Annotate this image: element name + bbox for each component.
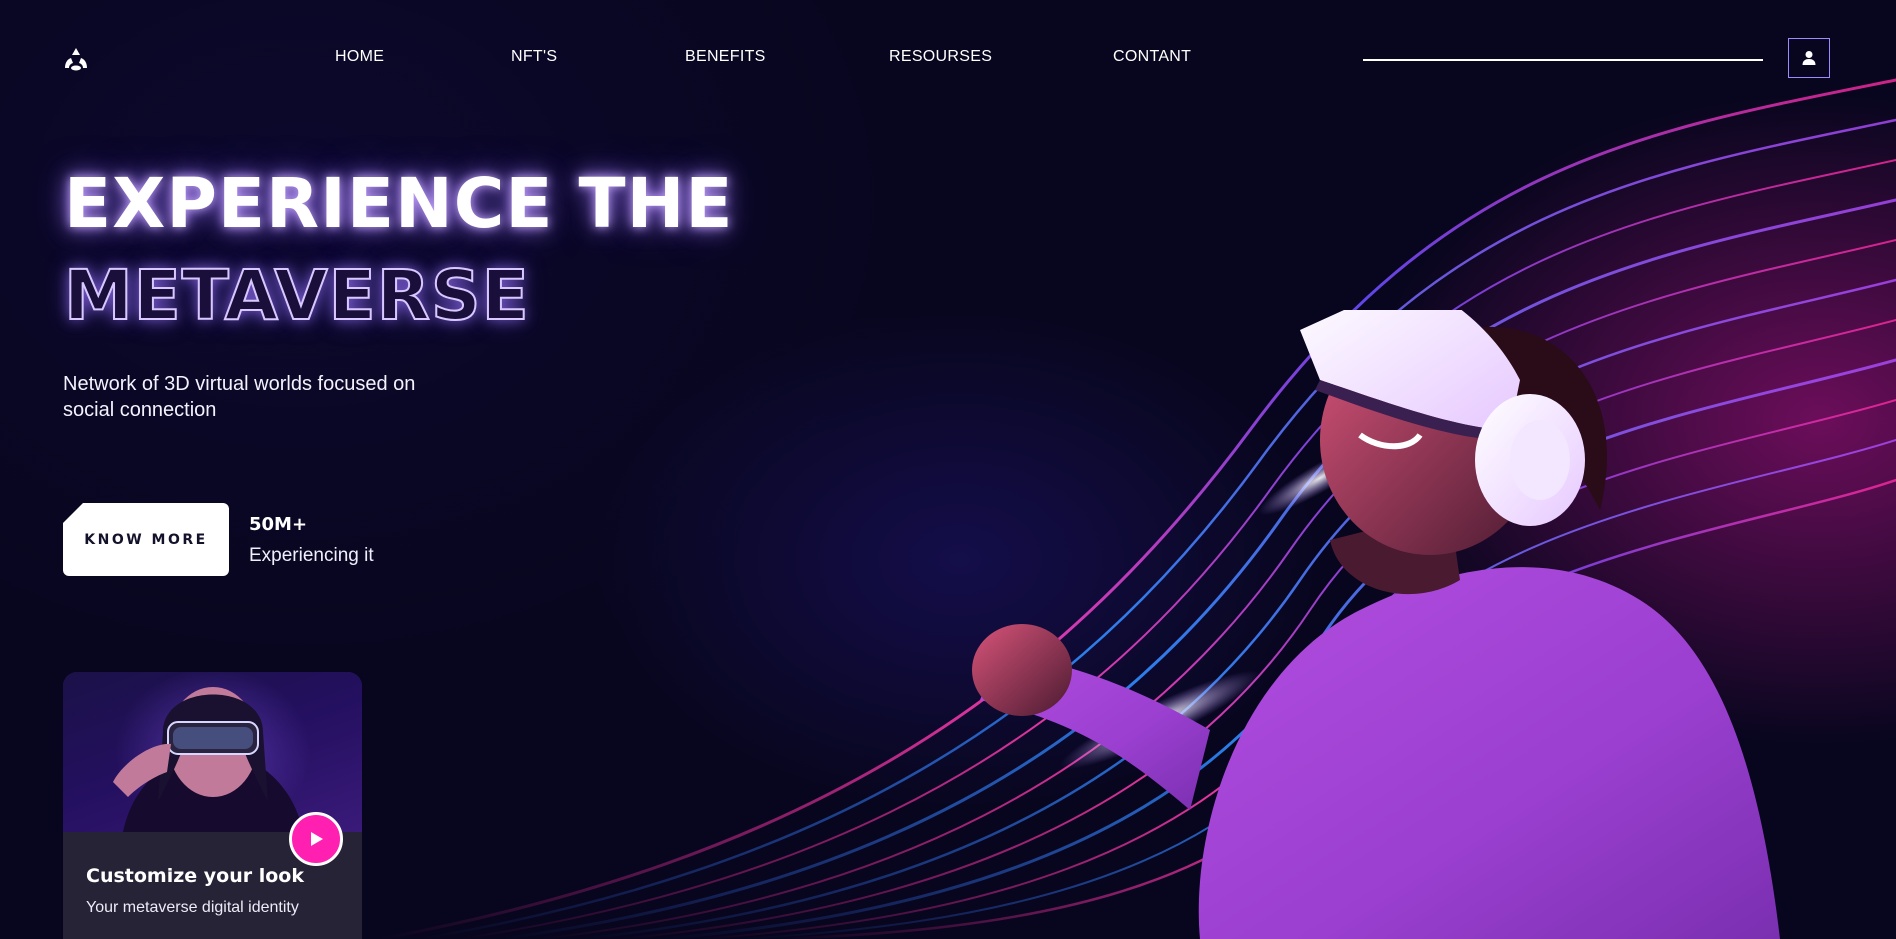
play-icon	[311, 832, 323, 846]
card-subtitle: Your metaverse digital identity	[86, 899, 299, 916]
users-stat-label: Experiencing it	[249, 545, 374, 566]
card-vr-woman-photo	[63, 672, 362, 832]
hero-title-line1: EXPERIENCE THE	[64, 164, 734, 244]
play-button[interactable]	[289, 812, 343, 866]
user-icon	[1802, 51, 1816, 65]
user-account-button[interactable]	[1788, 38, 1830, 78]
nav-item-benefits[interactable]: BENEFITS	[685, 48, 766, 66]
vr-person-illustration	[972, 310, 1780, 939]
nav-item-home[interactable]: HOME	[335, 48, 384, 66]
users-stat-value: 50M+	[249, 514, 308, 535]
hero-subtitle: Network of 3D virtual worlds focused on …	[63, 373, 416, 421]
nav-divider-line	[1363, 59, 1763, 61]
nav-item-nfts[interactable]: NFT'S	[511, 48, 557, 66]
know-more-button[interactable]: KNOW MORE	[63, 503, 229, 576]
nav-item-resourses[interactable]: RESOURSES	[889, 48, 992, 66]
card-title: Customize your look	[86, 865, 304, 887]
nav-item-contant[interactable]: CONTANT	[1113, 48, 1191, 66]
customize-look-card[interactable]: Customize your look Your metaverse digit…	[63, 672, 362, 939]
landing-page: HOME NFT'S BENEFITS RESOURSES CONTANT EX…	[0, 0, 1896, 939]
woman-vr-glasses-illustration	[113, 687, 303, 832]
hero-title-line2: METAVERSE	[63, 256, 530, 336]
